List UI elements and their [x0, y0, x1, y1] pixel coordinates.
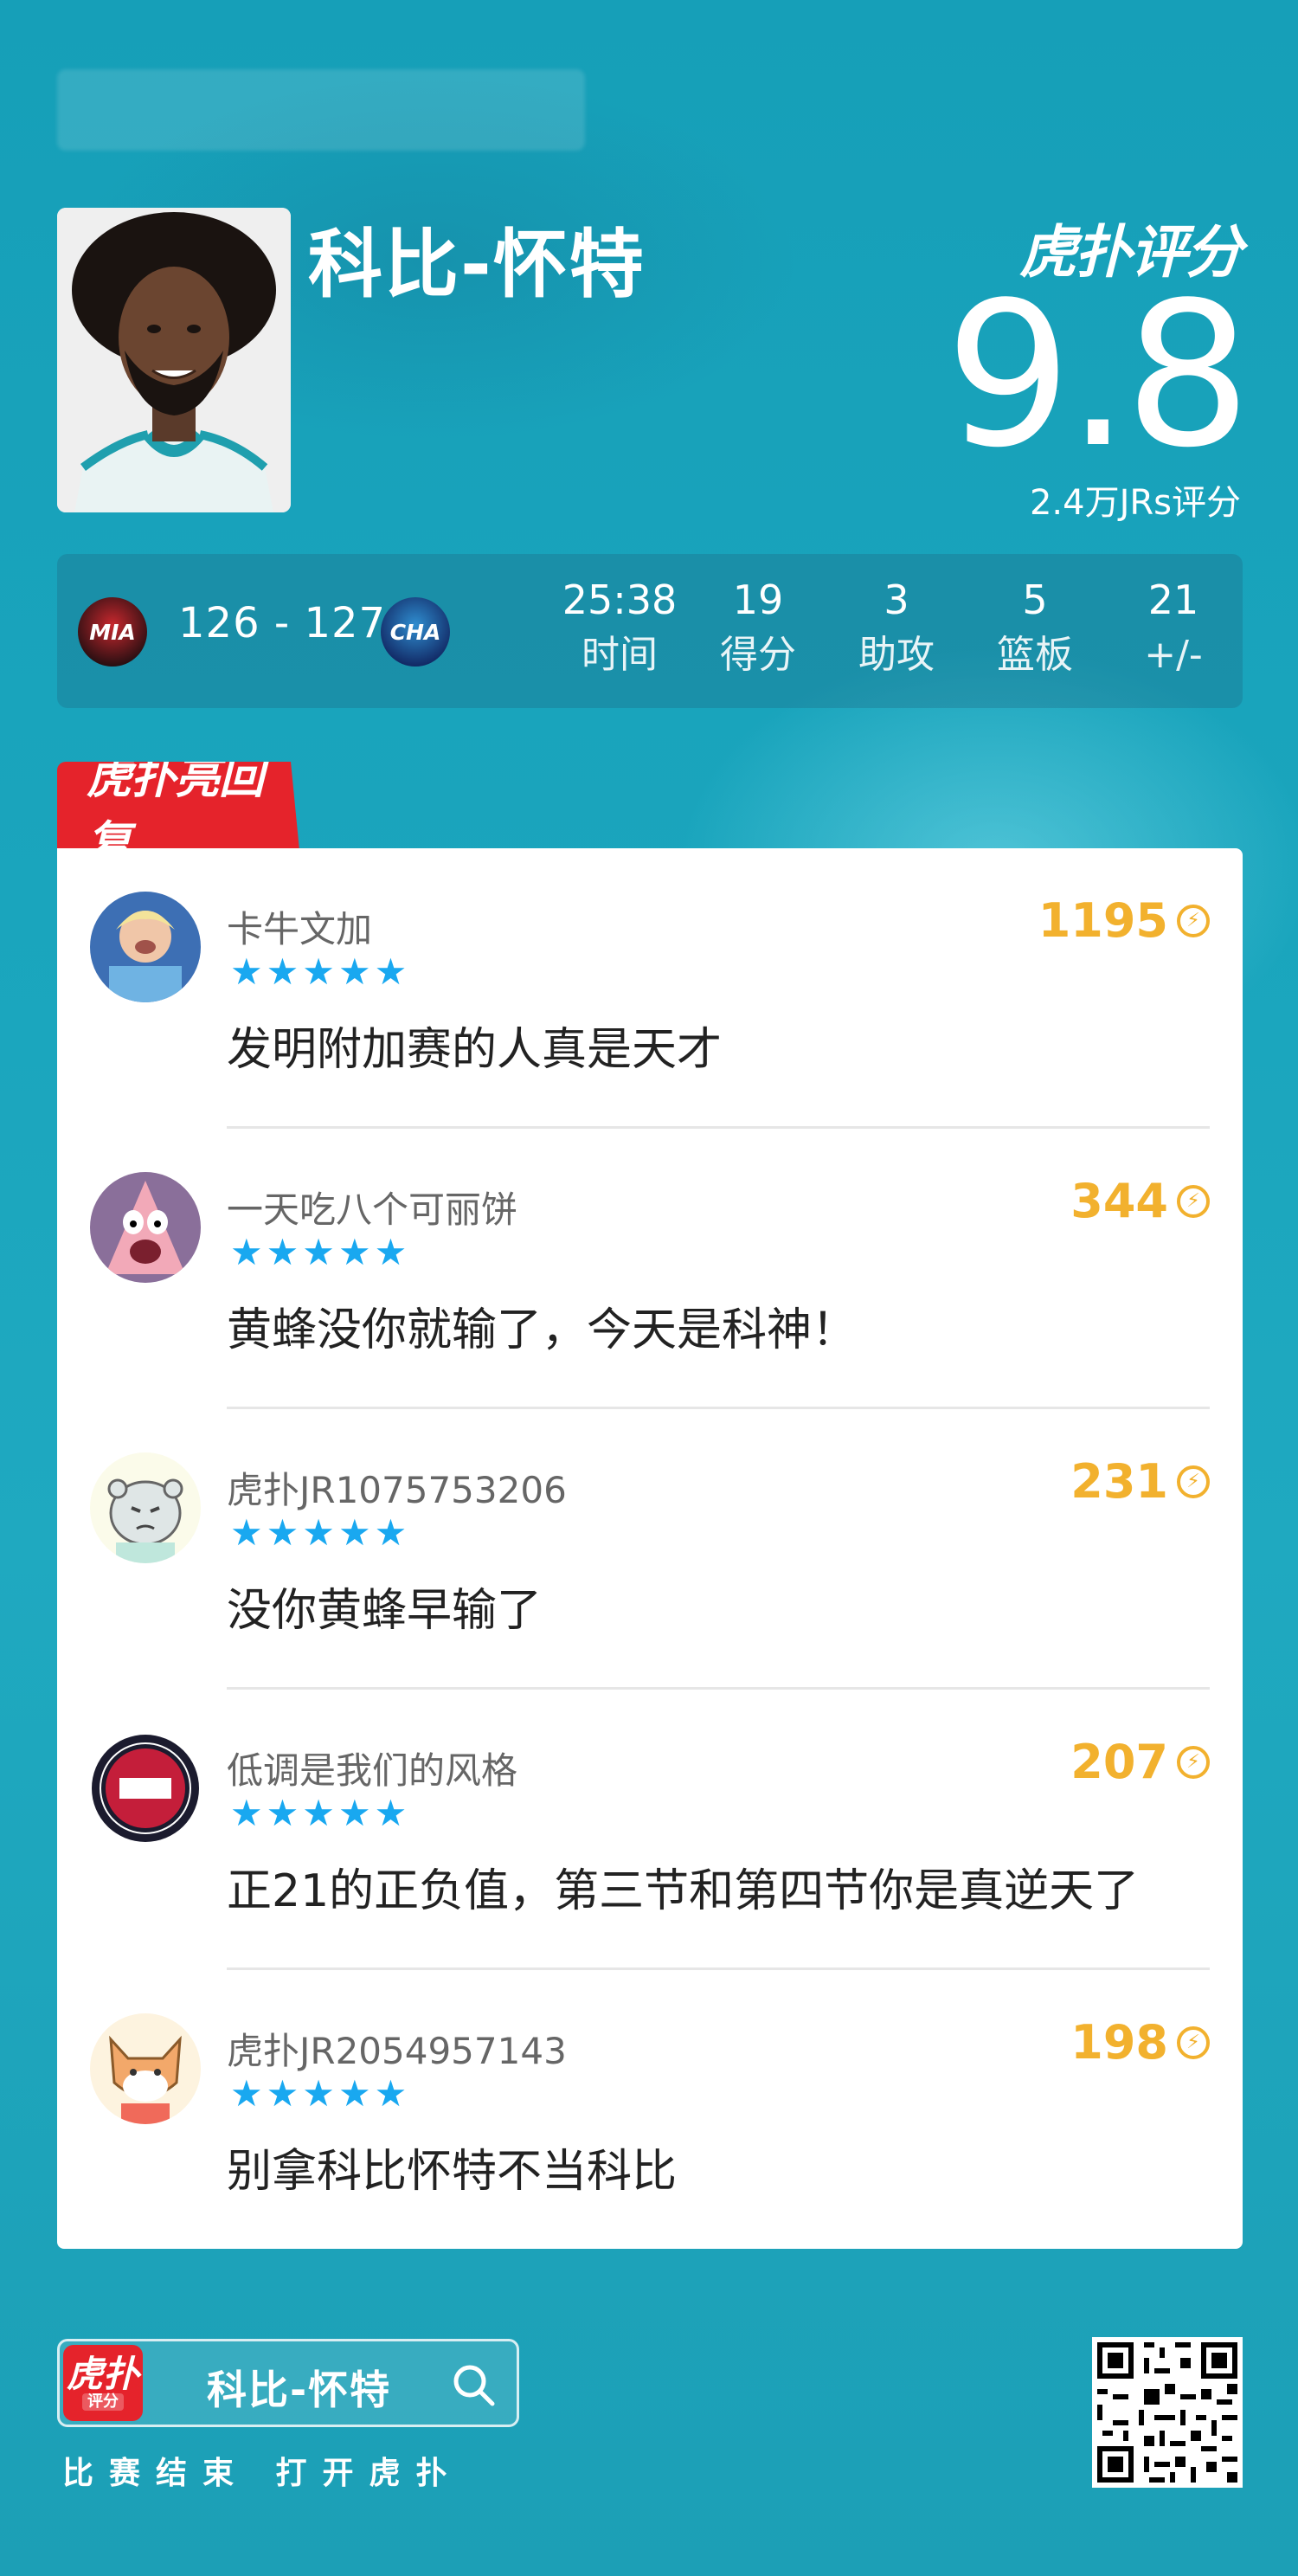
lightbulb-icon: ⚡	[1177, 2025, 1210, 2059]
player-photo	[57, 208, 291, 512]
app-icon-name: 虎扑	[66, 2353, 139, 2395]
user-avatar[interactable]	[90, 2013, 201, 2124]
stat-value: 25:38	[562, 576, 678, 623]
rating-stars: ★★★★★	[230, 950, 411, 993]
like-count: 231	[1070, 1454, 1168, 1509]
user-avatar[interactable]	[90, 1452, 201, 1563]
stat-label: +/-	[1144, 633, 1203, 677]
hornets-team-logo: CHA	[381, 597, 450, 667]
stat-label: 篮板	[997, 633, 1073, 677]
stat-value: 5	[1022, 576, 1048, 623]
lightbulb-icon: ⚡	[1177, 1465, 1210, 1498]
comment-item[interactable]: 虎扑JR1075753206 ★★★★★ 没你黄蜂早输了 231 ⚡	[57, 1409, 1243, 1690]
qr-code	[1092, 2337, 1243, 2488]
rating-score: 9.8	[945, 261, 1251, 492]
rating-count: 2.4万JRs评分	[1029, 483, 1241, 523]
comments-list: 卡牛文加 ★★★★★ 发明附加赛的人真是天才 1195 ⚡ 一天吃八个可丽饼 ★…	[57, 848, 1243, 2249]
comment-username[interactable]: 低调是我们的风格	[227, 1742, 517, 1794]
rating-stars: ★★★★★	[230, 1511, 411, 1554]
like-count: 198	[1070, 2015, 1168, 2070]
stat-label: 助攻	[858, 633, 935, 677]
hupu-app-icon: 虎扑 评分	[63, 2345, 143, 2421]
like-button[interactable]: 344 ⚡	[1070, 1174, 1210, 1228]
comment-username[interactable]: 卡牛文加	[227, 900, 372, 953]
blurred-caption	[57, 69, 585, 151]
comment-item[interactable]: 卡牛文加 ★★★★★ 发明附加赛的人真是天才 1195 ⚡	[57, 848, 1243, 1129]
user-avatar[interactable]	[90, 1733, 201, 1844]
comment-item[interactable]: 一天吃八个可丽饼 ★★★★★ 黄蜂没你就输了，今天是科神！ 344 ⚡	[57, 1129, 1243, 1409]
stat-plus-minus: 21 +/-	[1113, 573, 1234, 684]
comment-item[interactable]: 虎扑JR2054957143 ★★★★★ 别拿科比怀特不当科比 198 ⚡	[57, 1970, 1243, 2251]
stat-value: 19	[732, 576, 784, 623]
search-bar[interactable]: 虎扑 评分 科比-怀特	[57, 2339, 519, 2427]
like-button[interactable]: 231 ⚡	[1070, 1454, 1210, 1509]
like-button[interactable]: 198 ⚡	[1070, 2015, 1210, 2070]
rating-stars: ★★★★★	[230, 1792, 411, 1834]
rating-stars: ★★★★★	[230, 1231, 411, 1273]
section-title-tab: 虎扑亮回复	[57, 762, 299, 850]
comment-username[interactable]: 虎扑JR2054957143	[227, 2022, 567, 2075]
lightbulb-icon: ⚡	[1177, 1745, 1210, 1779]
search-query[interactable]: 科比-怀特	[207, 2359, 391, 2416]
comment-text: 正21的正负值，第三节和第四节你是真逆天了	[227, 1865, 1140, 1917]
comment-text: 黄蜂没你就输了，今天是科神！	[227, 1304, 858, 1356]
app-icon-sub: 评分	[82, 2393, 124, 2411]
search-icon[interactable]	[449, 2360, 498, 2409]
game-stats-bar: MIA 126 - 127 CHA 25:38 时间 19 得分 3 助攻 5 …	[57, 554, 1243, 708]
stat-points: 19 得分	[697, 573, 819, 684]
heat-team-logo: MIA	[78, 597, 147, 667]
comment-username[interactable]: 一天吃八个可丽饼	[227, 1181, 517, 1233]
comment-text: 没你黄蜂早输了	[227, 1585, 543, 1637]
comment-text: 别拿科比怀特不当科比	[227, 2146, 678, 2198]
player-name: 科比-怀特	[308, 222, 646, 308]
stat-rebounds: 5 篮板	[974, 573, 1096, 684]
comment-item[interactable]: 低调是我们的风格 ★★★★★ 正21的正负值，第三节和第四节你是真逆天了 207…	[57, 1690, 1243, 1970]
lightbulb-icon: ⚡	[1177, 1184, 1210, 1218]
like-button[interactable]: 1195 ⚡	[1038, 893, 1210, 948]
stat-value: 21	[1147, 576, 1199, 623]
user-avatar[interactable]	[90, 1172, 201, 1283]
stat-label: 得分	[720, 633, 796, 677]
stat-minutes: 25:38 时间	[559, 573, 680, 684]
stat-value: 3	[884, 576, 909, 623]
like-count: 344	[1070, 1174, 1168, 1228]
like-button[interactable]: 207 ⚡	[1070, 1735, 1210, 1789]
comment-username[interactable]: 虎扑JR1075753206	[227, 1461, 567, 1514]
like-count: 1195	[1038, 893, 1168, 948]
user-avatar[interactable]	[90, 892, 201, 1002]
comment-text: 发明附加赛的人真是天才	[227, 1024, 723, 1076]
rating-stars: ★★★★★	[230, 2072, 411, 2115]
like-count: 207	[1070, 1735, 1168, 1789]
stat-assists: 3 助攻	[836, 573, 957, 684]
game-score: 126 - 127	[178, 599, 387, 647]
stat-label: 时间	[582, 633, 658, 677]
footer-caption: 比赛结束 打开虎扑	[62, 2456, 463, 2491]
lightbulb-icon: ⚡	[1177, 904, 1210, 937]
